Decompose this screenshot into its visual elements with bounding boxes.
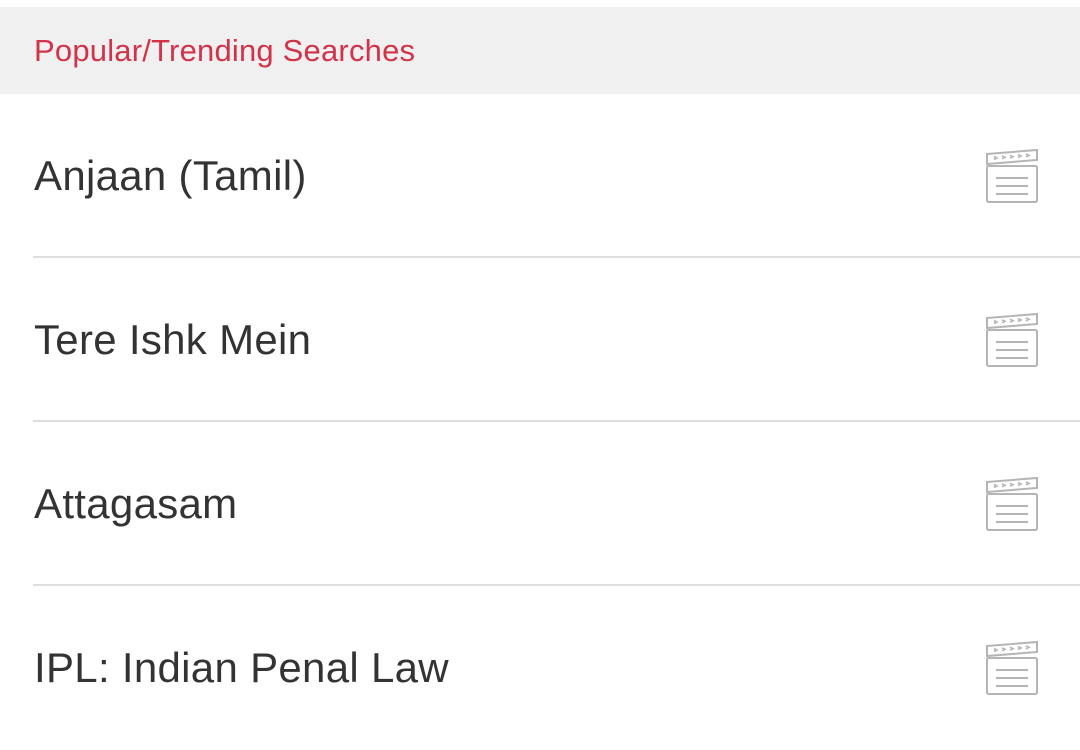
list-item-label: IPL: Indian Penal Law	[34, 644, 449, 691]
list-item-label: Attagasam	[34, 480, 238, 527]
list-item[interactable]: Attagasam	[0, 422, 1080, 586]
list-item[interactable]: Tere Ishk Mein	[0, 258, 1080, 422]
list-item-label: Tere Ishk Mein	[34, 316, 312, 363]
list-item[interactable]: Anjaan (Tamil)	[0, 94, 1080, 258]
movie-clapperboard-icon	[982, 310, 1042, 370]
movie-clapperboard-icon	[982, 638, 1042, 698]
top-spacer	[0, 0, 1080, 7]
trending-search-list: Anjaan (Tamil) Tere Ishk Mein Attagasam …	[0, 94, 1080, 750]
movie-clapperboard-icon	[982, 146, 1042, 206]
list-item-label: Anjaan (Tamil)	[34, 152, 307, 199]
list-item[interactable]: IPL: Indian Penal Law	[0, 586, 1080, 750]
movie-clapperboard-icon	[982, 474, 1042, 534]
section-title: Popular/Trending Searches	[34, 32, 416, 68]
section-header: Popular/Trending Searches	[0, 7, 1080, 94]
